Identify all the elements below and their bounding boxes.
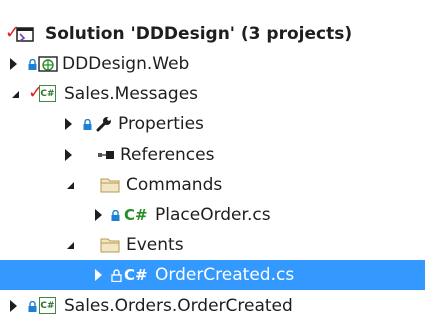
tree-item-label: Events (126, 235, 184, 255)
tree-item-label: DDDesign.Web (62, 54, 190, 74)
solution-explorer-tree: ✓ Solution 'DDDesign' (3 projects) DDDes… (0, 0, 425, 323)
expand-arrow-icon[interactable] (95, 209, 102, 221)
csharp-file-icon: C# (124, 266, 148, 284)
expand-arrow-icon[interactable] (10, 300, 17, 312)
expand-arrow-icon[interactable] (10, 58, 17, 70)
tree-item-label: PlaceOrder.cs (155, 205, 271, 225)
tree-item-label: Solution 'DDDesign' (3 projects) (45, 24, 353, 44)
lock-icon (28, 59, 37, 70)
tree-item-label: Properties (118, 114, 204, 134)
expand-arrow-icon[interactable] (65, 118, 72, 130)
collapse-arrow-icon[interactable] (67, 242, 74, 249)
csharp-file-icon: C# (124, 206, 148, 224)
tree-item-sales-orders-ordercreated[interactable]: C# Sales.Orders.OrderCreated (0, 291, 425, 321)
wrench-icon (95, 115, 113, 133)
tree-item-ordercreated-cs[interactable]: C# OrderCreated.cs (0, 260, 425, 290)
tree-item-label: References (120, 145, 215, 165)
lock-icon (111, 269, 122, 282)
tree-item-solution[interactable]: ✓ Solution 'DDDesign' (3 projects) (0, 19, 425, 49)
folder-icon (100, 237, 120, 253)
tree-item-label: Commands (126, 175, 223, 195)
lock-icon (83, 119, 92, 130)
tree-item-commands[interactable]: Commands (0, 170, 425, 200)
lock-icon (28, 301, 37, 312)
tree-item-dddesign-web[interactable]: DDDesign.Web (0, 49, 425, 79)
collapse-arrow-icon[interactable] (12, 91, 19, 98)
tree-item-references[interactable]: References (0, 140, 425, 170)
tree-item-label: Sales.Messages (64, 84, 199, 104)
solution-icon (15, 26, 35, 44)
tree-item-label: OrderCreated.cs (155, 265, 295, 285)
tree-item-sales-messages[interactable]: ✓ C# Sales.Messages (0, 79, 425, 109)
references-icon (98, 149, 116, 161)
csharp-project-icon: C# (39, 85, 56, 102)
csharp-project-icon: C# (39, 297, 56, 314)
tree-item-placeorder-cs[interactable]: C# PlaceOrder.cs (0, 200, 425, 230)
lock-icon (111, 210, 120, 221)
web-project-icon (38, 55, 58, 73)
collapse-arrow-icon[interactable] (67, 182, 74, 189)
folder-icon (100, 177, 120, 193)
expand-arrow-icon[interactable] (65, 149, 72, 161)
tree-item-events[interactable]: Events (0, 230, 425, 260)
expand-arrow-icon[interactable] (95, 269, 102, 281)
tree-item-properties[interactable]: Properties (0, 109, 425, 139)
tree-item-label: Sales.Orders.OrderCreated (64, 296, 293, 316)
